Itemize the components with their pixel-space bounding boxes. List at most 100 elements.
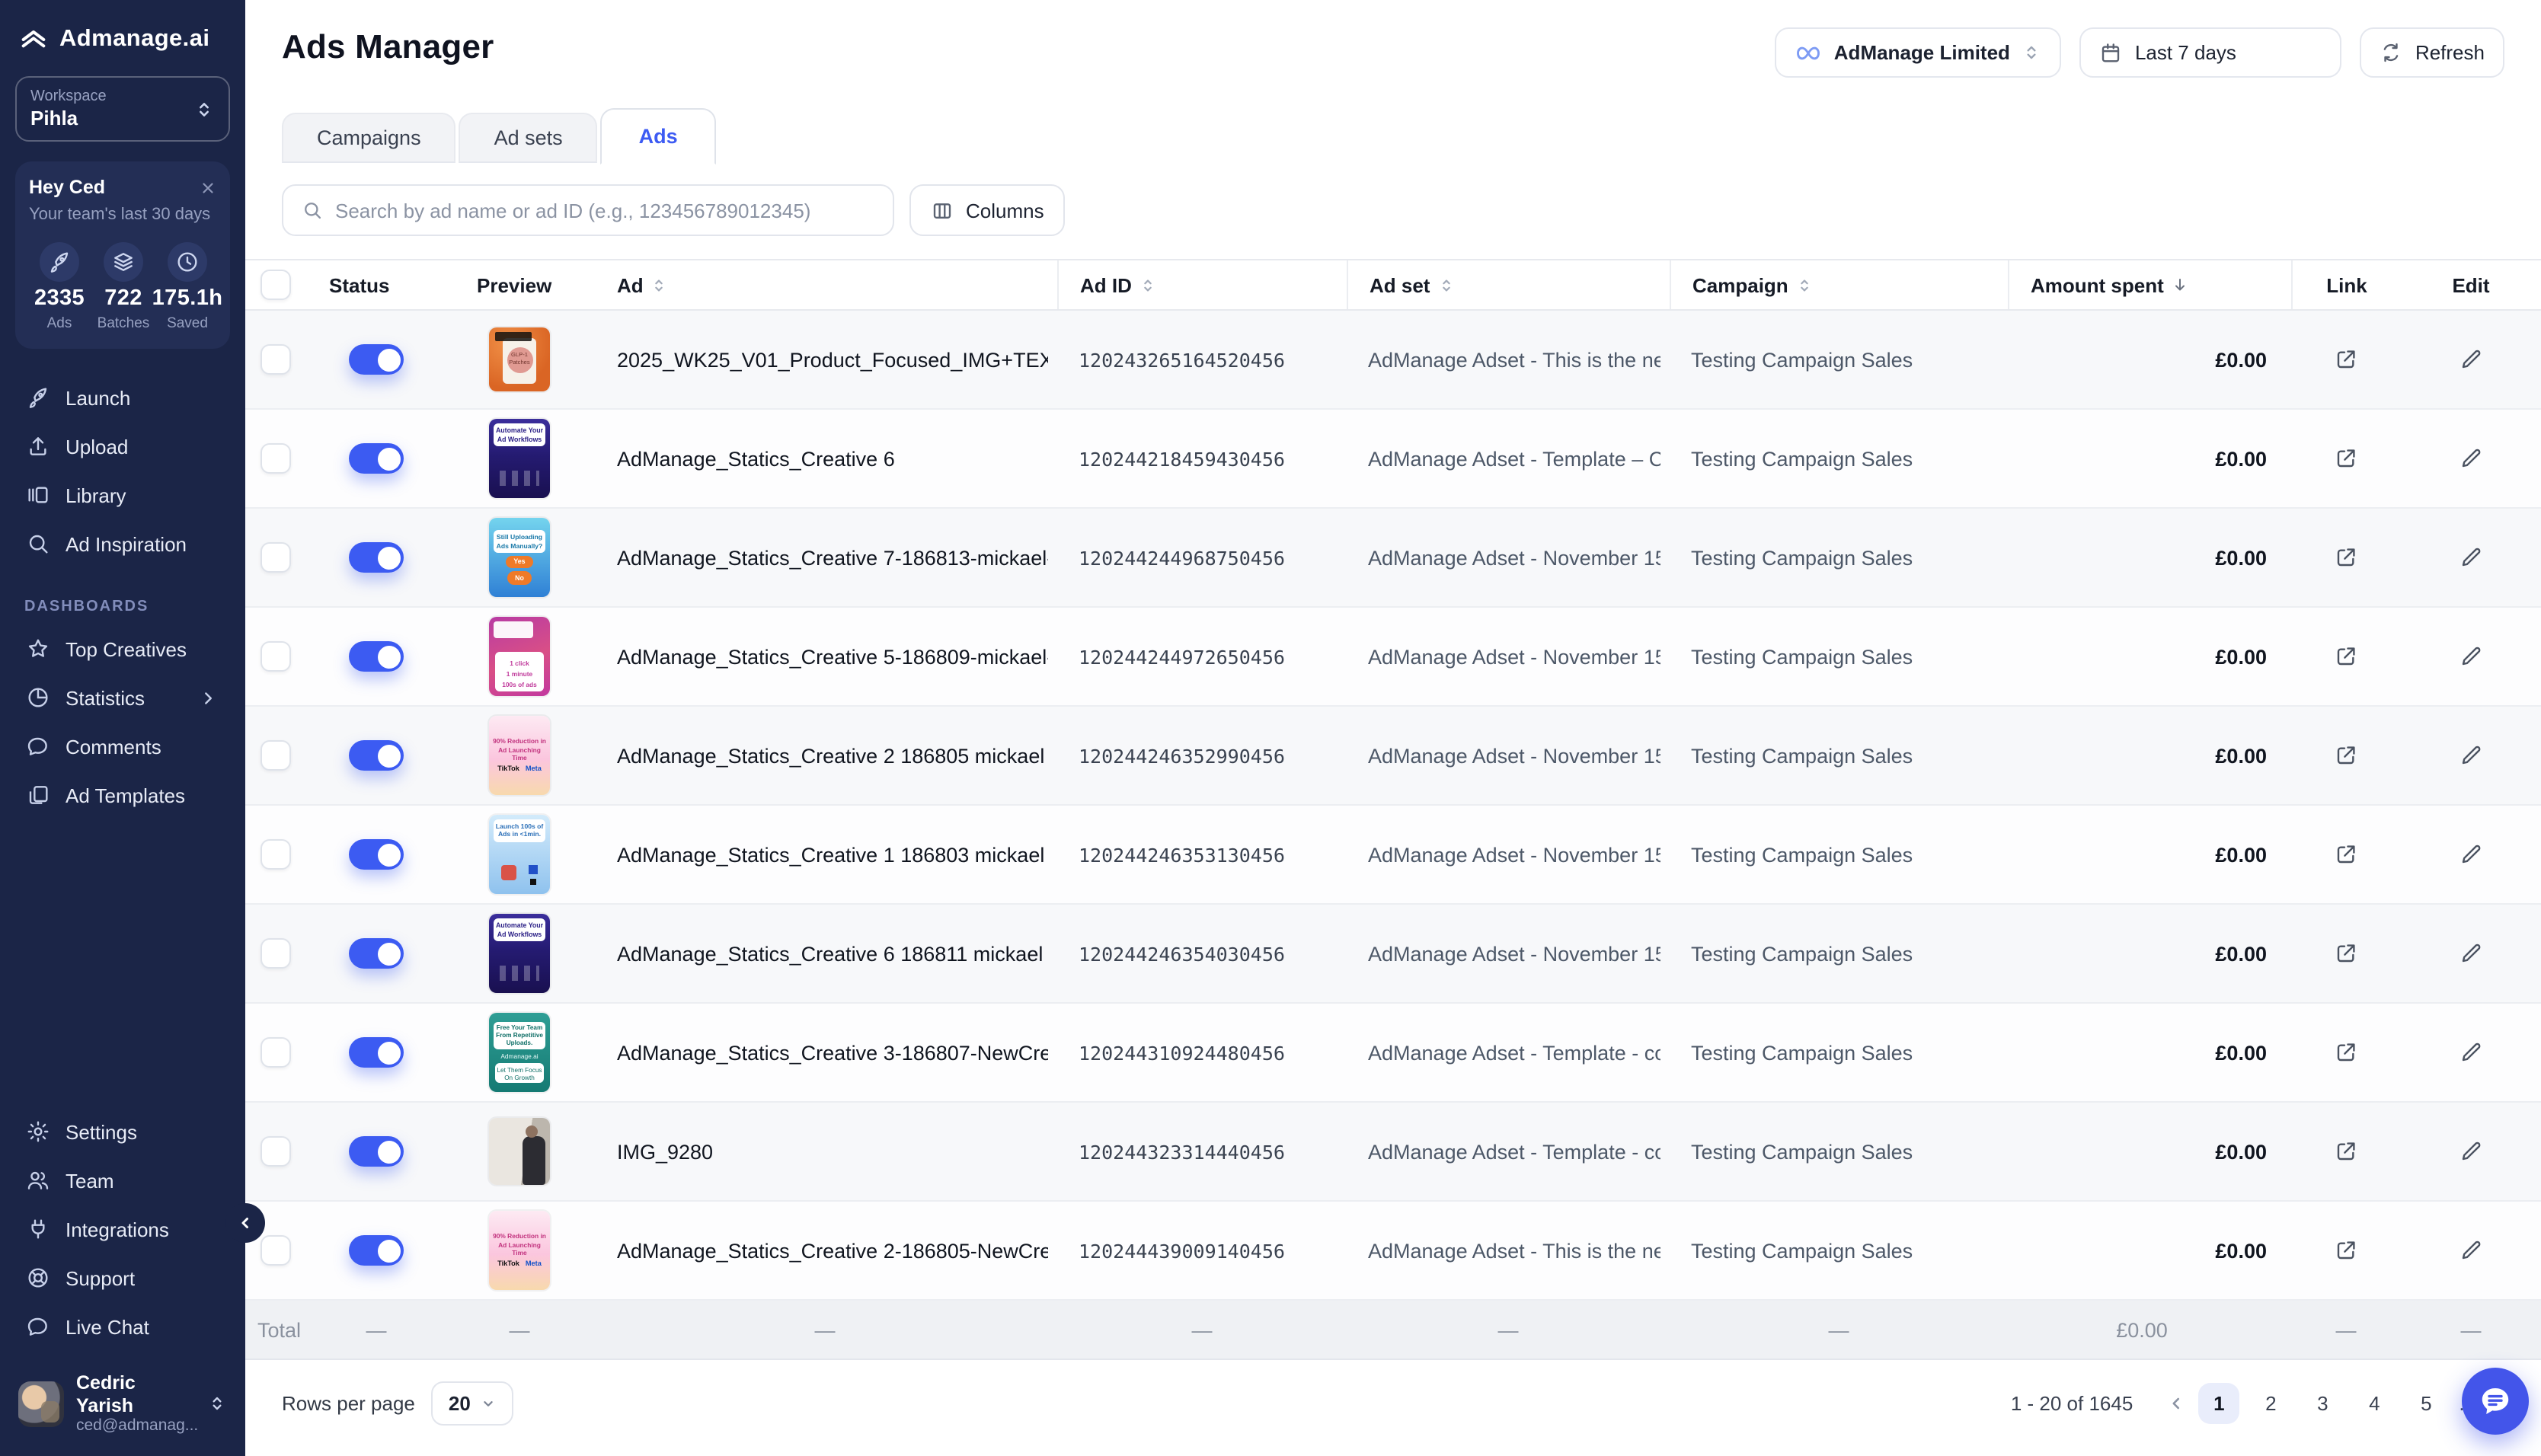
tab-ads[interactable]: Ads (601, 108, 716, 164)
sidebar-collapse-button[interactable] (225, 1203, 265, 1243)
col-ad-id-sort[interactable]: Ad ID (1057, 260, 1347, 309)
sidebar-item-integrations[interactable]: Integrations (15, 1205, 230, 1254)
chevron-down-icon (480, 1394, 497, 1411)
sidebar-item-ad-templates[interactable]: Ad Templates (15, 771, 230, 819)
col-campaign-sort[interactable]: Campaign (1670, 260, 2008, 309)
row-checkbox[interactable] (260, 542, 291, 573)
status-toggle[interactable] (349, 938, 404, 969)
tab-ad-sets[interactable]: Ad sets (459, 113, 598, 163)
row-checkbox[interactable] (260, 1136, 291, 1167)
col-ad-set-sort[interactable]: Ad set (1347, 260, 1670, 309)
open-link-button[interactable] (2328, 836, 2364, 873)
open-link-button[interactable] (2328, 935, 2364, 972)
stat-value: 2335 (34, 286, 85, 311)
col-ad-sort[interactable]: Ad (593, 260, 1057, 309)
status-toggle[interactable] (349, 1037, 404, 1068)
open-link-button[interactable] (2328, 1133, 2364, 1170)
brand-name: Admanage.ai (59, 26, 209, 53)
ad-preview-thumbnail[interactable]: GLP-1 Patches (489, 327, 550, 391)
ad-preview-thumbnail[interactable]: Still Uploading Ads Manually?YesNo (489, 518, 550, 597)
row-checkbox[interactable] (260, 344, 291, 375)
search-input[interactable] (335, 199, 874, 222)
open-link-button[interactable] (2328, 1034, 2364, 1071)
edit-button[interactable] (2453, 440, 2489, 477)
edit-button[interactable] (2453, 341, 2489, 378)
page-button-4[interactable]: 4 (2354, 1382, 2395, 1423)
chevron-left-icon (236, 1214, 254, 1232)
stat-label: Saved (167, 315, 208, 332)
rows-per-page-select[interactable]: 20 (432, 1381, 513, 1425)
close-icon[interactable] (200, 179, 216, 196)
pencil-icon (2459, 1040, 2483, 1065)
page-button-1[interactable]: 1 (2198, 1382, 2239, 1423)
col-amount-sort[interactable]: Amount spent (2008, 260, 2291, 309)
status-toggle[interactable] (349, 542, 404, 573)
edit-button[interactable] (2453, 935, 2489, 972)
refresh-button[interactable]: Refresh (2360, 27, 2504, 78)
page-button-3[interactable]: 3 (2302, 1382, 2343, 1423)
open-link-button[interactable] (2328, 1232, 2364, 1269)
open-link-button[interactable] (2328, 440, 2364, 477)
open-link-button[interactable] (2328, 539, 2364, 576)
page-button-2[interactable]: 2 (2250, 1382, 2291, 1423)
sidebar-item-ad-inspiration[interactable]: Ad Inspiration (15, 519, 230, 568)
team-stat-batches: 722Batches (93, 242, 154, 332)
ad-account-selector[interactable]: AdManage Limited (1775, 27, 2062, 78)
edit-button[interactable] (2453, 1034, 2489, 1071)
edit-button[interactable] (2453, 539, 2489, 576)
sidebar-item-support[interactable]: Support (15, 1254, 230, 1303)
ad-preview-thumbnail[interactable]: 90% Reduction in Ad Launching TimeTikTok… (489, 716, 550, 795)
row-checkbox[interactable] (260, 443, 291, 474)
sidebar-item-live-chat[interactable]: Live Chat (15, 1303, 230, 1352)
row-checkbox[interactable] (260, 740, 291, 771)
ad-preview-thumbnail[interactable]: Free Your Team From Repetitive Uploads.A… (489, 1013, 550, 1092)
ad-preview-thumbnail[interactable] (489, 1118, 550, 1185)
ad-preview-thumbnail[interactable]: 1 click1 minute100s of ads (489, 617, 550, 696)
layers-icon (104, 242, 143, 282)
open-link-button[interactable] (2328, 341, 2364, 378)
campaign-name: Testing Campaign Sales (1679, 1140, 1913, 1163)
open-link-button[interactable] (2328, 737, 2364, 774)
ad-preview-thumbnail[interactable]: 90% Reduction in Ad Launching TimeTikTok… (489, 1211, 550, 1290)
row-checkbox[interactable] (260, 839, 291, 870)
row-checkbox[interactable] (260, 1235, 291, 1266)
sidebar-item-statistics[interactable]: Statistics (15, 673, 230, 722)
status-toggle[interactable] (349, 641, 404, 672)
chat-fab[interactable] (2462, 1368, 2529, 1435)
edit-button[interactable] (2453, 1133, 2489, 1170)
page-button-5[interactable]: 5 (2405, 1382, 2447, 1423)
edit-button[interactable] (2453, 836, 2489, 873)
columns-button[interactable]: Columns (909, 184, 1066, 236)
row-checkbox[interactable] (260, 938, 291, 969)
status-toggle[interactable] (349, 1136, 404, 1167)
status-toggle[interactable] (349, 344, 404, 375)
sidebar-item-comments[interactable]: Comments (15, 722, 230, 771)
tab-campaigns[interactable]: Campaigns (282, 113, 456, 163)
sidebar-item-library[interactable]: Library (15, 471, 230, 519)
open-link-button[interactable] (2328, 638, 2364, 675)
status-toggle[interactable] (349, 1235, 404, 1266)
status-toggle[interactable] (349, 740, 404, 771)
sidebar-item-team[interactable]: Team (15, 1157, 230, 1205)
row-checkbox[interactable] (260, 641, 291, 672)
sidebar-item-top-creatives[interactable]: Top Creatives (15, 624, 230, 673)
status-toggle[interactable] (349, 443, 404, 474)
edit-button[interactable] (2453, 737, 2489, 774)
row-checkbox[interactable] (260, 1037, 291, 1068)
sidebar-item-upload[interactable]: Upload (15, 422, 230, 471)
thumb-text: 1 click (510, 660, 529, 669)
ad-preview-thumbnail[interactable]: Automate Your Ad Workflows (489, 914, 550, 993)
edit-button[interactable] (2453, 638, 2489, 675)
sidebar-item-settings[interactable]: Settings (15, 1108, 230, 1157)
prev-page-button[interactable] (2163, 1390, 2189, 1416)
workspace-selector[interactable]: Workspace Pihla (15, 76, 230, 142)
ad-preview-thumbnail[interactable]: Launch 100s of Ads in <1min. (489, 815, 550, 894)
user-menu[interactable]: Cedric Yarish ced@admanag... (15, 1367, 230, 1442)
select-all-checkbox[interactable] (260, 270, 291, 300)
status-toggle[interactable] (349, 839, 404, 870)
ad-set-name: AdManage Adset - This is the new a (1356, 348, 1660, 371)
sidebar-item-launch[interactable]: Launch (15, 373, 230, 422)
edit-button[interactable] (2453, 1232, 2489, 1269)
ad-preview-thumbnail[interactable]: Automate Your Ad Workflows (489, 419, 550, 498)
date-range-selector[interactable]: Last 7 days (2080, 27, 2342, 78)
